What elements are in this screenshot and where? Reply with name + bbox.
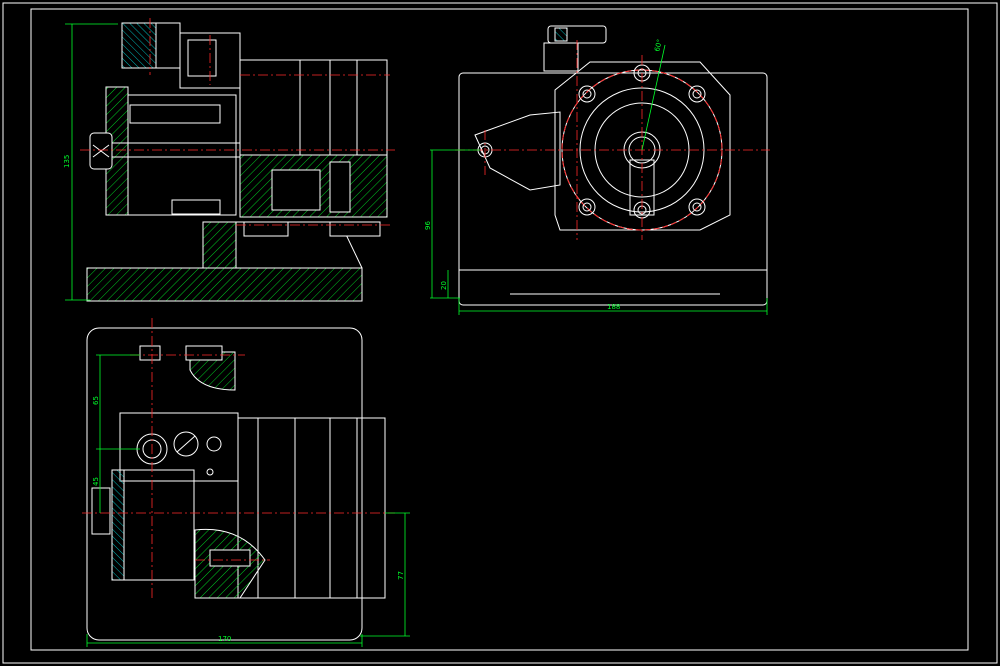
dim-side-h1: 65 xyxy=(92,396,100,405)
dim-angle: 60° xyxy=(653,38,664,52)
front-section-view: 135 xyxy=(63,18,395,302)
fixture-assembly-drawing: 135 60° 96 20 188 65 45 77 170 xyxy=(2,2,998,664)
dim-top-height: 96 xyxy=(424,221,432,230)
dim-top-base: 20 xyxy=(440,281,448,290)
side-view: 65 45 77 170 xyxy=(82,318,410,647)
dim-top-width: 188 xyxy=(607,303,620,311)
dim-side-width: 170 xyxy=(218,635,231,643)
dim-side-h2: 45 xyxy=(92,477,100,486)
dim-front-height: 135 xyxy=(63,155,71,168)
top-view: 60° 96 20 188 xyxy=(424,25,770,315)
cad-drawing-canvas: 135 60° 96 20 188 65 45 77 170 xyxy=(0,0,1000,666)
dim-side-h3: 77 xyxy=(397,571,405,580)
